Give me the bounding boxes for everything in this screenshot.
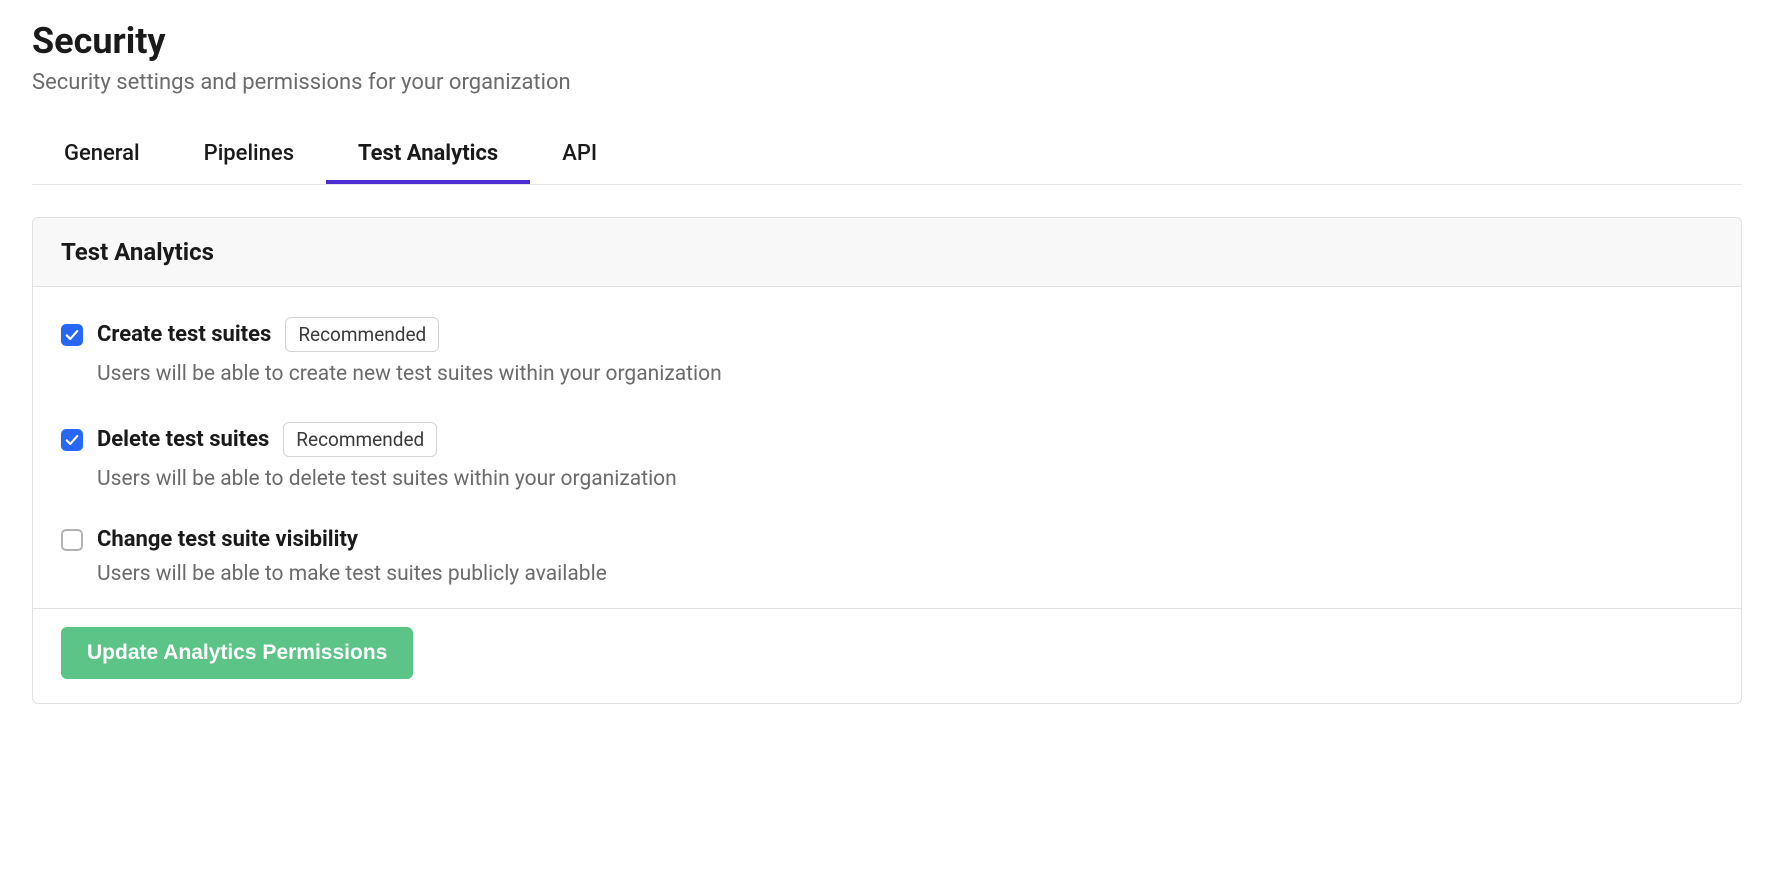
option-header: Create test suites Recommended xyxy=(61,317,1713,352)
check-icon xyxy=(65,328,79,342)
panel-title: Test Analytics xyxy=(61,238,1713,266)
tabs-container: General Pipelines Test Analytics API xyxy=(32,127,1742,185)
update-permissions-button[interactable]: Update Analytics Permissions xyxy=(61,627,413,679)
page-subtitle: Security settings and permissions for yo… xyxy=(32,70,1742,95)
option-description: Users will be able to delete test suites… xyxy=(61,467,1713,491)
option-label: Delete test suites xyxy=(97,427,269,452)
option-header: Delete test suites Recommended xyxy=(61,422,1713,457)
option-description: Users will be able to create new test su… xyxy=(61,362,1713,386)
checkbox-delete-test-suites[interactable] xyxy=(61,429,83,451)
checkbox-change-visibility[interactable] xyxy=(61,529,83,551)
option-label: Create test suites xyxy=(97,322,271,347)
tab-api[interactable]: API xyxy=(530,127,629,184)
option-delete-test-suites: Delete test suites Recommended Users wil… xyxy=(61,404,1713,509)
check-icon xyxy=(65,433,79,447)
checkbox-create-test-suites[interactable] xyxy=(61,324,83,346)
option-description: Users will be able to make test suites p… xyxy=(61,562,1713,586)
tab-test-analytics[interactable]: Test Analytics xyxy=(326,127,530,184)
recommended-badge: Recommended xyxy=(283,422,437,457)
option-label: Change test suite visibility xyxy=(97,527,358,552)
option-change-visibility: Change test suite visibility Users will … xyxy=(61,509,1713,604)
tab-general[interactable]: General xyxy=(32,127,172,184)
recommended-badge: Recommended xyxy=(285,317,439,352)
option-header: Change test suite visibility xyxy=(61,527,1713,552)
tab-pipelines[interactable]: Pipelines xyxy=(172,127,326,184)
option-create-test-suites: Create test suites Recommended Users wil… xyxy=(61,299,1713,404)
settings-panel: Test Analytics Create test suites Recomm… xyxy=(32,217,1742,704)
page-title: Security xyxy=(32,20,1742,62)
panel-body: Create test suites Recommended Users wil… xyxy=(33,287,1741,608)
panel-header: Test Analytics xyxy=(33,218,1741,287)
panel-footer: Update Analytics Permissions xyxy=(33,608,1741,703)
